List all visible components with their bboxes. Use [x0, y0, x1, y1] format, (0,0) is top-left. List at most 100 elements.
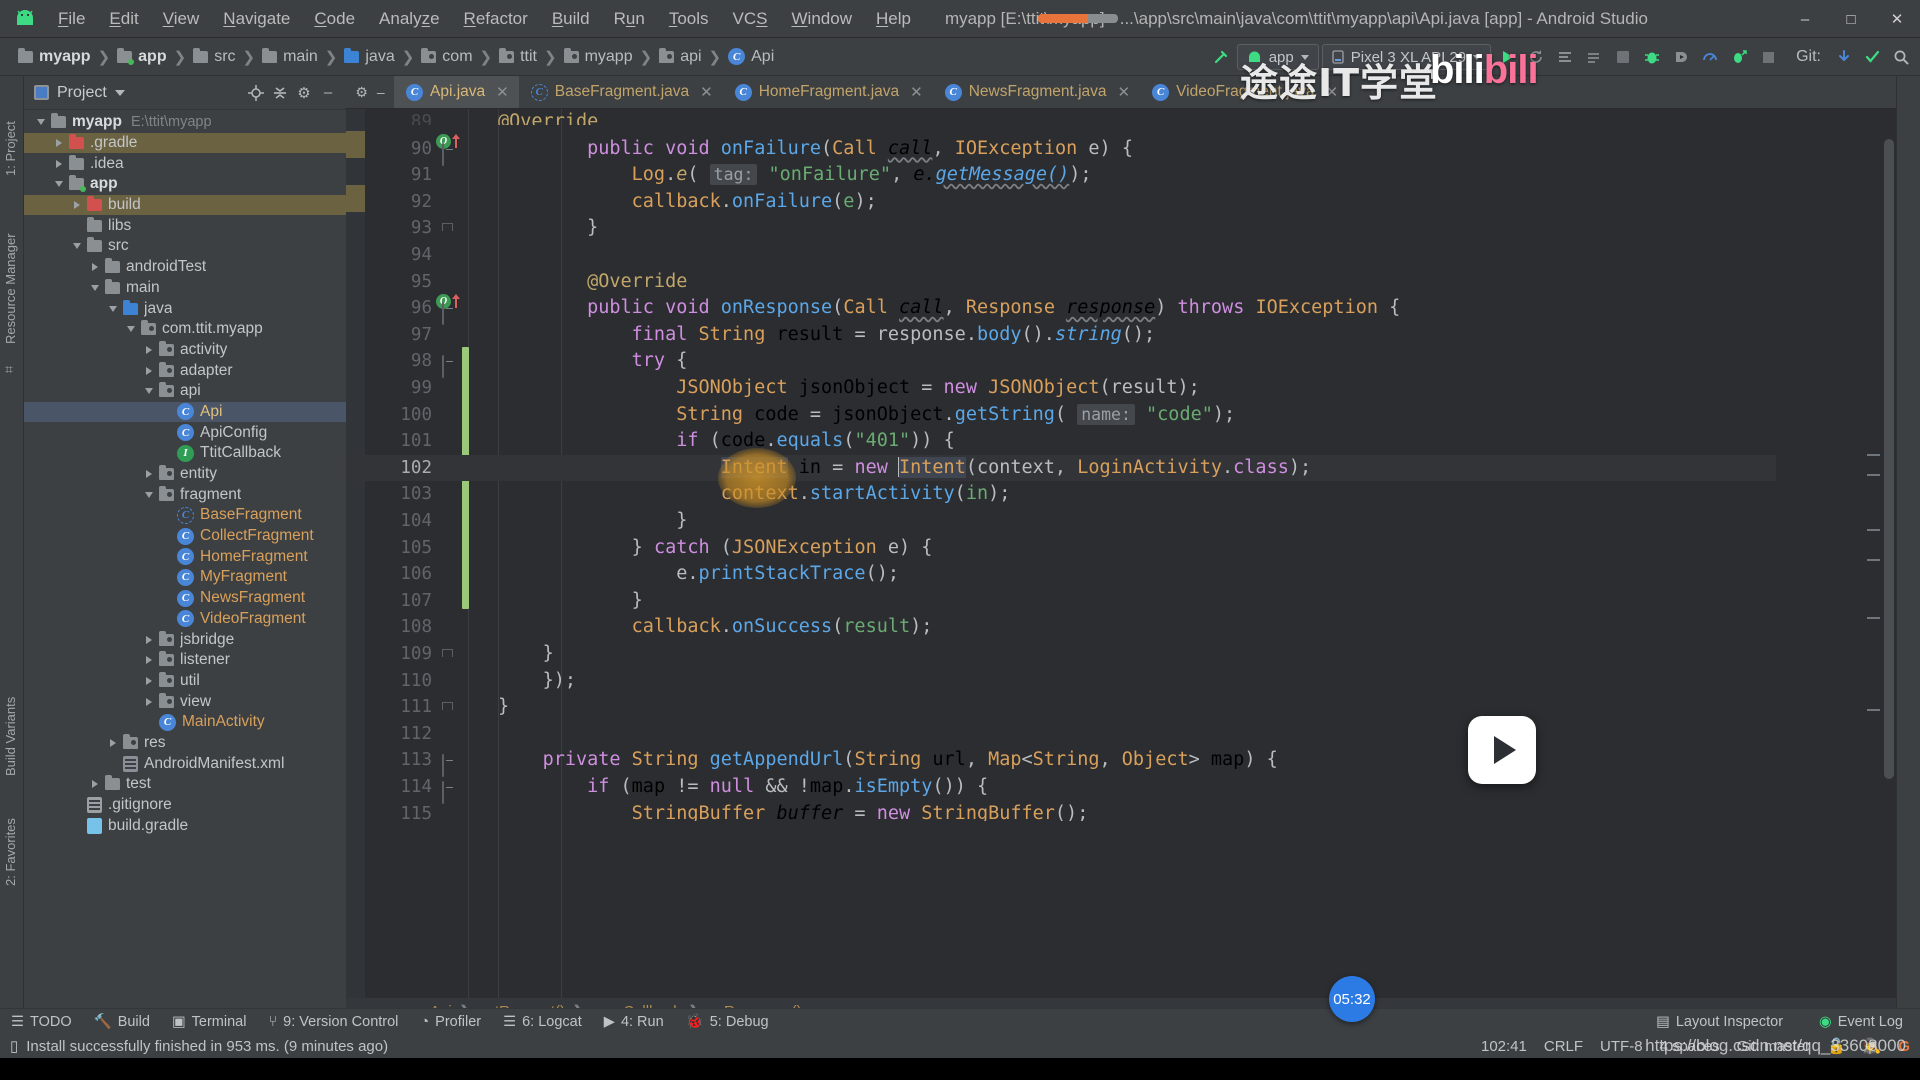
tree-node-mainactivity[interactable]: C MainActivity: [24, 712, 346, 733]
line-content[interactable]: e.printStackTrace();: [498, 561, 899, 588]
menu-file[interactable]: File: [46, 5, 97, 33]
tree-twisty[interactable]: [160, 446, 174, 460]
line-content[interactable]: JSONObject jsonObject = new JSONObject(r…: [498, 375, 1200, 402]
window-controls[interactable]: – □ ✕: [1782, 0, 1920, 38]
stop-icon[interactable]: [1610, 44, 1636, 70]
tree-node-java[interactable]: java: [24, 298, 346, 319]
tree-node-main[interactable]: main: [24, 278, 346, 299]
breadcrumb-item-java[interactable]: java: [340, 47, 398, 66]
breadcrumb-item-myapp[interactable]: myapp: [14, 47, 95, 66]
tree-twisty[interactable]: [142, 715, 156, 729]
tree-twisty-collapsed[interactable]: [52, 136, 66, 150]
error-stripe-marker[interactable]: [1866, 109, 1881, 1024]
line-content[interactable]: callback.onFailure(e);: [498, 189, 877, 216]
tool-terminal[interactable]: ▣ Terminal: [161, 1009, 258, 1035]
tree-node-newsfragment[interactable]: C NewsFragment: [24, 588, 346, 609]
editor-tab-bar[interactable]: ⚙ – C Api.java ✕ C BaseFragment.java ✕ C Home…: [346, 76, 1896, 109]
fold-marker[interactable]: [442, 301, 457, 326]
tree-node-activity[interactable]: activity: [24, 340, 346, 361]
caret-position[interactable]: 102:41: [1481, 1038, 1527, 1055]
code-line-104[interactable]: 104 }: [346, 508, 1776, 535]
tree-node--gitignore[interactable]: .gitignore: [24, 795, 346, 816]
tree-twisty-expanded[interactable]: [124, 322, 138, 336]
tree-twisty[interactable]: [160, 529, 174, 543]
menu-window[interactable]: Window: [780, 5, 864, 33]
tool-version-control[interactable]: ⑂ 9: Version Control: [257, 1009, 409, 1035]
tree-node-jsbridge[interactable]: jsbridge: [24, 629, 346, 650]
minimize-button[interactable]: –: [1782, 0, 1828, 38]
line-content[interactable]: private String getAppendUrl(String url, …: [498, 747, 1278, 774]
debug-icon[interactable]: [1639, 44, 1665, 70]
line-content[interactable]: public void onFailure(Call call, IOExcep…: [498, 136, 1133, 163]
tree-node-adapter[interactable]: adapter: [24, 360, 346, 381]
tree-twisty[interactable]: [160, 570, 174, 584]
tree-twisty-collapsed[interactable]: [142, 343, 156, 357]
apply-code-changes-icon[interactable]: [1581, 44, 1607, 70]
line-content[interactable]: if (map != null && !map.isEmpty()) {: [498, 774, 988, 801]
code-line-89[interactable]: 89 @Override: [346, 109, 1776, 125]
tree-node-app[interactable]: app: [24, 174, 346, 195]
tree-node-myapp[interactable]: myapp E:\ttit\myapp: [24, 112, 346, 133]
tree-node-src[interactable]: src: [24, 236, 346, 257]
editor-scrollbar[interactable]: [1881, 109, 1896, 1024]
tree-node--idea[interactable]: .idea: [24, 153, 346, 174]
rail-tab-project[interactable]: 1: Project: [3, 121, 18, 176]
code-line-102[interactable]: 102 Intent in = new Intent(context, Logi…: [346, 454, 1776, 482]
line-content[interactable]: @Override: [498, 109, 598, 125]
code-line-93[interactable]: 93 }: [346, 215, 1776, 242]
code-line-99[interactable]: 99 JSONObject jsonObject = new JSONObjec…: [346, 375, 1776, 402]
line-content[interactable]: public void onResponse(Call call, Respon…: [498, 295, 1400, 322]
code-line-92[interactable]: 92 callback.onFailure(e);: [346, 189, 1776, 216]
tree-node-libs[interactable]: libs: [24, 215, 346, 236]
tree-node-entity[interactable]: entity: [24, 464, 346, 485]
tree-node-view[interactable]: view: [24, 691, 346, 712]
editor-tab-api-java[interactable]: C Api.java ✕: [394, 76, 519, 108]
apply-changes-icon[interactable]: [1552, 44, 1578, 70]
code-line-107[interactable]: 107 }: [346, 588, 1776, 615]
commit-icon[interactable]: [1859, 44, 1885, 70]
line-content[interactable]: }: [498, 508, 687, 535]
line-content[interactable]: });: [498, 668, 576, 695]
maximize-button[interactable]: □: [1828, 0, 1874, 38]
menu-run[interactable]: Run: [602, 5, 657, 33]
menu-tools[interactable]: Tools: [657, 5, 721, 33]
fold-marker[interactable]: [442, 142, 457, 166]
code-line-101[interactable]: 101 if (code.equals("401")) {: [346, 428, 1776, 455]
rail-tab-resource-manager[interactable]: Resource Manager: [3, 233, 18, 344]
right-tool-rail[interactable]: Gradle Z: Structure Device File Explorer: [1786, 76, 1920, 1024]
tool-layout-inspector[interactable]: ▤ Layout Inspector: [1645, 1009, 1794, 1035]
tree-twisty-expanded[interactable]: [142, 384, 156, 398]
status-message-group[interactable]: ▯ Install successfully finished in 953 m…: [0, 1037, 388, 1056]
tree-twisty-expanded[interactable]: [70, 239, 84, 253]
tree-twisty[interactable]: [160, 591, 174, 605]
line-content[interactable]: StringBuffer buffer = new StringBuffer()…: [498, 801, 1089, 821]
code-line-110[interactable]: 110 });: [346, 668, 1776, 695]
code-line-94[interactable]: 94: [346, 242, 1776, 269]
breadcrumb-item-app[interactable]: app: [113, 47, 170, 66]
tool-logcat[interactable]: ☰ 6: Logcat: [492, 1009, 593, 1035]
code-line-97[interactable]: 97 final String result = response.body()…: [346, 322, 1776, 349]
collapse-all-icon[interactable]: [268, 81, 292, 105]
tree-node-collectfragment[interactable]: C CollectFragment: [24, 526, 346, 547]
breadcrumb-item-api[interactable]: api: [655, 47, 705, 66]
structure-rail-icon[interactable]: ⌗: [5, 361, 13, 378]
tool-event-log[interactable]: ◉ Event Log: [1808, 1009, 1914, 1035]
code-line-112[interactable]: 112: [346, 721, 1776, 748]
line-separator[interactable]: CRLF: [1544, 1038, 1583, 1055]
tree-twisty[interactable]: [70, 798, 84, 812]
stop2-icon[interactable]: [1755, 44, 1781, 70]
line-content[interactable]: String code = jsonObject.getString( name…: [498, 402, 1235, 429]
fold-marker[interactable]: [442, 780, 457, 804]
tree-node-homefragment[interactable]: C HomeFragment: [24, 546, 346, 567]
line-content[interactable]: Log.e( tag: "onFailure", e.getMessage())…: [498, 162, 1092, 189]
tree-node-androidmanifest-xml[interactable]: AndroidManifest.xml: [24, 753, 346, 774]
tree-node-com-ttit-myapp[interactable]: com.ttit.myapp: [24, 319, 346, 340]
code-line-95[interactable]: 95 @Override: [346, 269, 1776, 296]
menu-refactor[interactable]: Refactor: [452, 5, 540, 33]
tab-close-icon[interactable]: ✕: [496, 83, 509, 101]
tool-build[interactable]: 🔨 Build: [83, 1009, 161, 1035]
tree-twisty[interactable]: [70, 219, 84, 233]
editor-settings-gear-icon[interactable]: ⚙: [355, 84, 368, 101]
build-hammer-icon[interactable]: [1208, 44, 1234, 70]
close-button[interactable]: ✕: [1874, 0, 1920, 38]
